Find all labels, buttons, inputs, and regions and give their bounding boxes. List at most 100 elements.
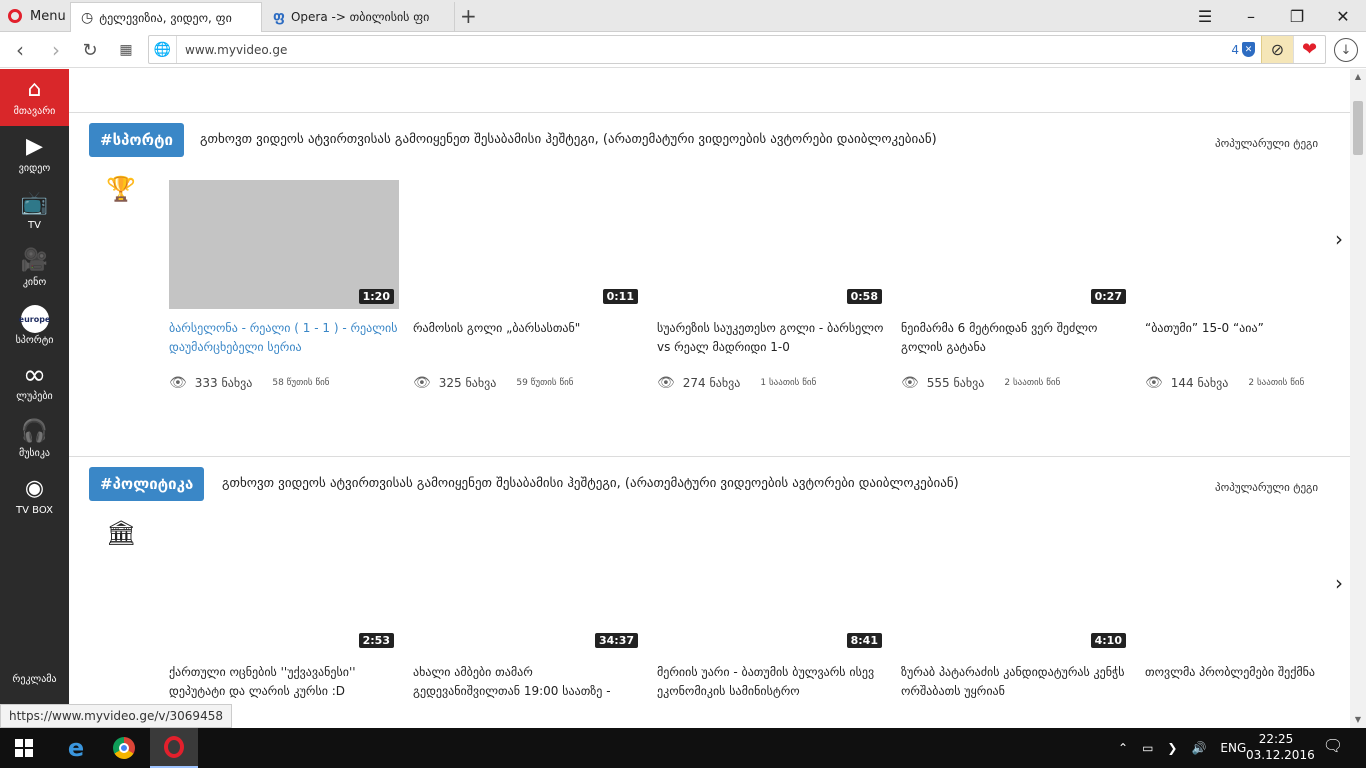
volume-icon[interactable]: 🔊 (1191, 741, 1206, 755)
section-tag-sport[interactable]: #სპორტი (89, 123, 184, 157)
video-thumbnail[interactable]: 2:53 (169, 524, 399, 653)
popular-tags-link[interactable]: პოპულარული ტეგი (1215, 137, 1318, 150)
close-button[interactable]: ✕ (1320, 0, 1366, 32)
video-card[interactable]: 1:20 ბარსელონა - რეალი ( 1 - 1 ) - რეალი… (169, 180, 399, 391)
reload-icon[interactable]: ↻ (76, 36, 104, 64)
video-title[interactable]: მერიის უარი - ბათუმის ბულვარს ისევ ეკონო… (657, 663, 887, 701)
battery-icon[interactable]: ▭ (1142, 741, 1153, 755)
tab-opera[interactable]: ფ Opera -> თბილისის ფი (263, 2, 455, 32)
sidebar-item-label: კინო (22, 277, 47, 288)
system-tray: ⌃ ▭ ❯ 🔊 ENG (1118, 728, 1246, 768)
video-card[interactable]: 0:58 სუარეზის საუკეთესო გოლი - ბარსელო v… (657, 180, 887, 391)
scroll-up-icon[interactable]: ▲ (1350, 69, 1366, 85)
sidebar-item-cinema[interactable]: 🎥 კინო (0, 240, 69, 297)
forward-button[interactable]: › (42, 36, 70, 64)
sidebar-item-home[interactable]: ⌂ მთავარი (0, 69, 69, 126)
eye-icon: 👁 (901, 375, 919, 391)
taskbar-chrome[interactable] (100, 728, 148, 768)
sidebar-ad-label[interactable]: რეკლამა (0, 674, 69, 685)
video-card[interactable]: 0:11 რამოსის გოლი „ბარსასთან" 👁 325 ნახვ… (413, 180, 643, 391)
adblock-toggle-icon[interactable]: ⊘ (1261, 36, 1293, 63)
video-thumbnail[interactable]: 0:27 (901, 180, 1131, 309)
taskbar-opera[interactable] (150, 728, 198, 768)
minimize-button[interactable]: – (1228, 0, 1274, 32)
bookmark-heart-icon[interactable]: ❤ (1293, 36, 1325, 63)
video-title[interactable]: სუარეზის საუკეთესო გოლი - ბარსელო vs რეა… (657, 319, 887, 357)
section-tag-politics[interactable]: #პოლიტიკა (89, 467, 205, 501)
edge-icon: e (67, 734, 85, 762)
video-duration: 2:53 (358, 633, 394, 648)
video-views: 274 ნახვა (682, 376, 741, 390)
taskbar-edge[interactable]: e (52, 728, 100, 768)
video-age: 59 წუთის წინ (516, 378, 574, 388)
system-clock[interactable]: 22:25 03.12.2016 (1246, 731, 1315, 763)
sidebar-item-video[interactable]: ▶ ვიდეო (0, 126, 69, 183)
popular-tags-link[interactable]: პოპულარული ტეგი (1215, 481, 1318, 494)
new-tab-button[interactable]: + (460, 4, 477, 28)
video-meta: 👁 144 ნახვა 2 საათის წინ (1145, 375, 1315, 391)
video-thumbnail[interactable]: 0:58 (657, 180, 887, 309)
video-thumbnail[interactable]: 0:11 (413, 180, 643, 309)
back-button[interactable]: ‹ (6, 36, 34, 64)
video-card[interactable]: თოვლმა პრობლემები შექმნა (1145, 524, 1315, 701)
section-divider (69, 456, 1350, 457)
tray-expand-icon[interactable]: ⌃ (1118, 741, 1128, 755)
video-thumbnail[interactable]: 1:20 (169, 180, 399, 309)
video-thumbnail[interactable]: 34:37 (413, 524, 643, 653)
carousel-next-icon[interactable]: › (1335, 227, 1343, 251)
sidebar-item-tv[interactable]: 📺 TV (0, 183, 69, 240)
download-icon[interactable]: ↓ (1334, 38, 1358, 62)
video-meta: 👁 555 ნახვა 2 საათის წინ (901, 375, 1131, 391)
site-sidebar: ⌂ მთავარი ▶ ვიდეო 📺 TV 🎥 კინო europe სპო… (0, 69, 69, 728)
wifi-icon[interactable]: ❯ (1167, 741, 1177, 755)
video-age: 1 საათის წინ (760, 378, 817, 388)
carousel-next-icon[interactable]: › (1335, 571, 1343, 595)
tab-menu-icon[interactable]: ☰ (1182, 0, 1228, 32)
video-card[interactable]: 34:37 ახალი ამბები თამარ გედევანიშვილთან… (413, 524, 643, 701)
video-title[interactable]: ახალი ამბები თამარ გედევანიშვილთან 19:00… (413, 663, 643, 701)
video-meta: 👁 333 ნახვა 58 წუთის წინ (169, 375, 399, 391)
start-button[interactable] (0, 728, 48, 768)
video-card[interactable]: 8:41 მერიის უარი - ბათუმის ბულვარს ისევ … (657, 524, 887, 701)
video-thumbnail[interactable] (1145, 180, 1315, 309)
video-thumbnail[interactable]: 8:41 (657, 524, 887, 653)
video-title[interactable]: “ბათუმი” 15-0 “აია” (1145, 319, 1315, 357)
section-note: გთხოვთ ვიდეოს ატვირთვისას გამოიყენეთ შეს… (222, 476, 959, 491)
georgian-favicon-icon: ფ (273, 9, 285, 25)
scroll-down-icon[interactable]: ▼ (1350, 712, 1366, 728)
video-title[interactable]: ბარსელონა - რეალი ( 1 - 1 ) - რეალის დაუ… (169, 319, 399, 357)
notification-icon[interactable]: 🗨 (1322, 736, 1344, 758)
tab-title: Opera -> თბილისის ფი (290, 10, 430, 24)
video-title[interactable]: ზურაბ პატარაძის კანდიდატურას კენჭს ორშაბ… (901, 663, 1131, 701)
sidebar-item-music[interactable]: 🎧 მუსიკა (0, 411, 69, 468)
video-title[interactable]: ნეიმარმა 6 მეტრიდან ვერ შეძლო გოლის გატა… (901, 319, 1131, 357)
sidebar-item-tvbox[interactable]: ◉ TV BOX (0, 468, 69, 525)
tvbox-icon: ◉ (24, 476, 45, 501)
video-card[interactable]: 2:53 ქართული ოცნების ''უქვავანესი'' დეპუ… (169, 524, 399, 701)
tab-myvideo[interactable]: ◷ ტელევიზია, ვიდეო, ფი (70, 2, 262, 32)
video-views: 333 ნახვა (194, 376, 253, 390)
url-text[interactable]: www.myvideo.ge (177, 43, 1231, 57)
speed-dial-grid-icon[interactable]: ▦ (112, 36, 140, 64)
video-views: 325 ნახვა (438, 376, 497, 390)
video-title[interactable]: თოვლმა პრობლემები შექმნა (1145, 663, 1315, 701)
restore-button[interactable]: ❐ (1274, 0, 1320, 32)
clock-date: 03.12.2016 (1246, 748, 1315, 762)
url-field[interactable]: 🌐 www.myvideo.ge 4 ✕ ⊘ ❤ (148, 35, 1326, 64)
video-title[interactable]: რამოსის გოლი „ბარსასთან" (413, 319, 643, 357)
video-card[interactable]: “ბათუმი” 15-0 “აია” 👁 144 ნახვა 2 საათის… (1145, 180, 1315, 391)
page-scrollbar[interactable]: ▲ ▼ (1350, 69, 1366, 728)
sidebar-item-label: სპორტი (15, 335, 54, 346)
video-card[interactable]: 4:10 ზურაბ პატარაძის კანდიდატურას კენჭს … (901, 524, 1131, 701)
ad-blocker-badge[interactable]: 4 ✕ (1231, 42, 1255, 57)
video-thumbnail[interactable]: 4:10 (901, 524, 1131, 653)
sidebar-item-sport[interactable]: europe სპორტი (0, 297, 69, 354)
sidebar-item-loops[interactable]: ∞ ლუპები (0, 354, 69, 411)
video-duration: 8:41 (846, 633, 882, 648)
language-indicator[interactable]: ENG (1220, 741, 1246, 755)
scroll-thumb[interactable] (1353, 101, 1363, 155)
opera-menu-button[interactable]: Menu (0, 0, 70, 32)
video-card[interactable]: 0:27 ნეიმარმა 6 მეტრიდან ვერ შეძლო გოლის… (901, 180, 1131, 391)
video-thumbnail[interactable] (1145, 524, 1315, 653)
video-title[interactable]: ქართული ოცნების ''უქვავანესი'' დეპუტატი … (169, 663, 399, 701)
